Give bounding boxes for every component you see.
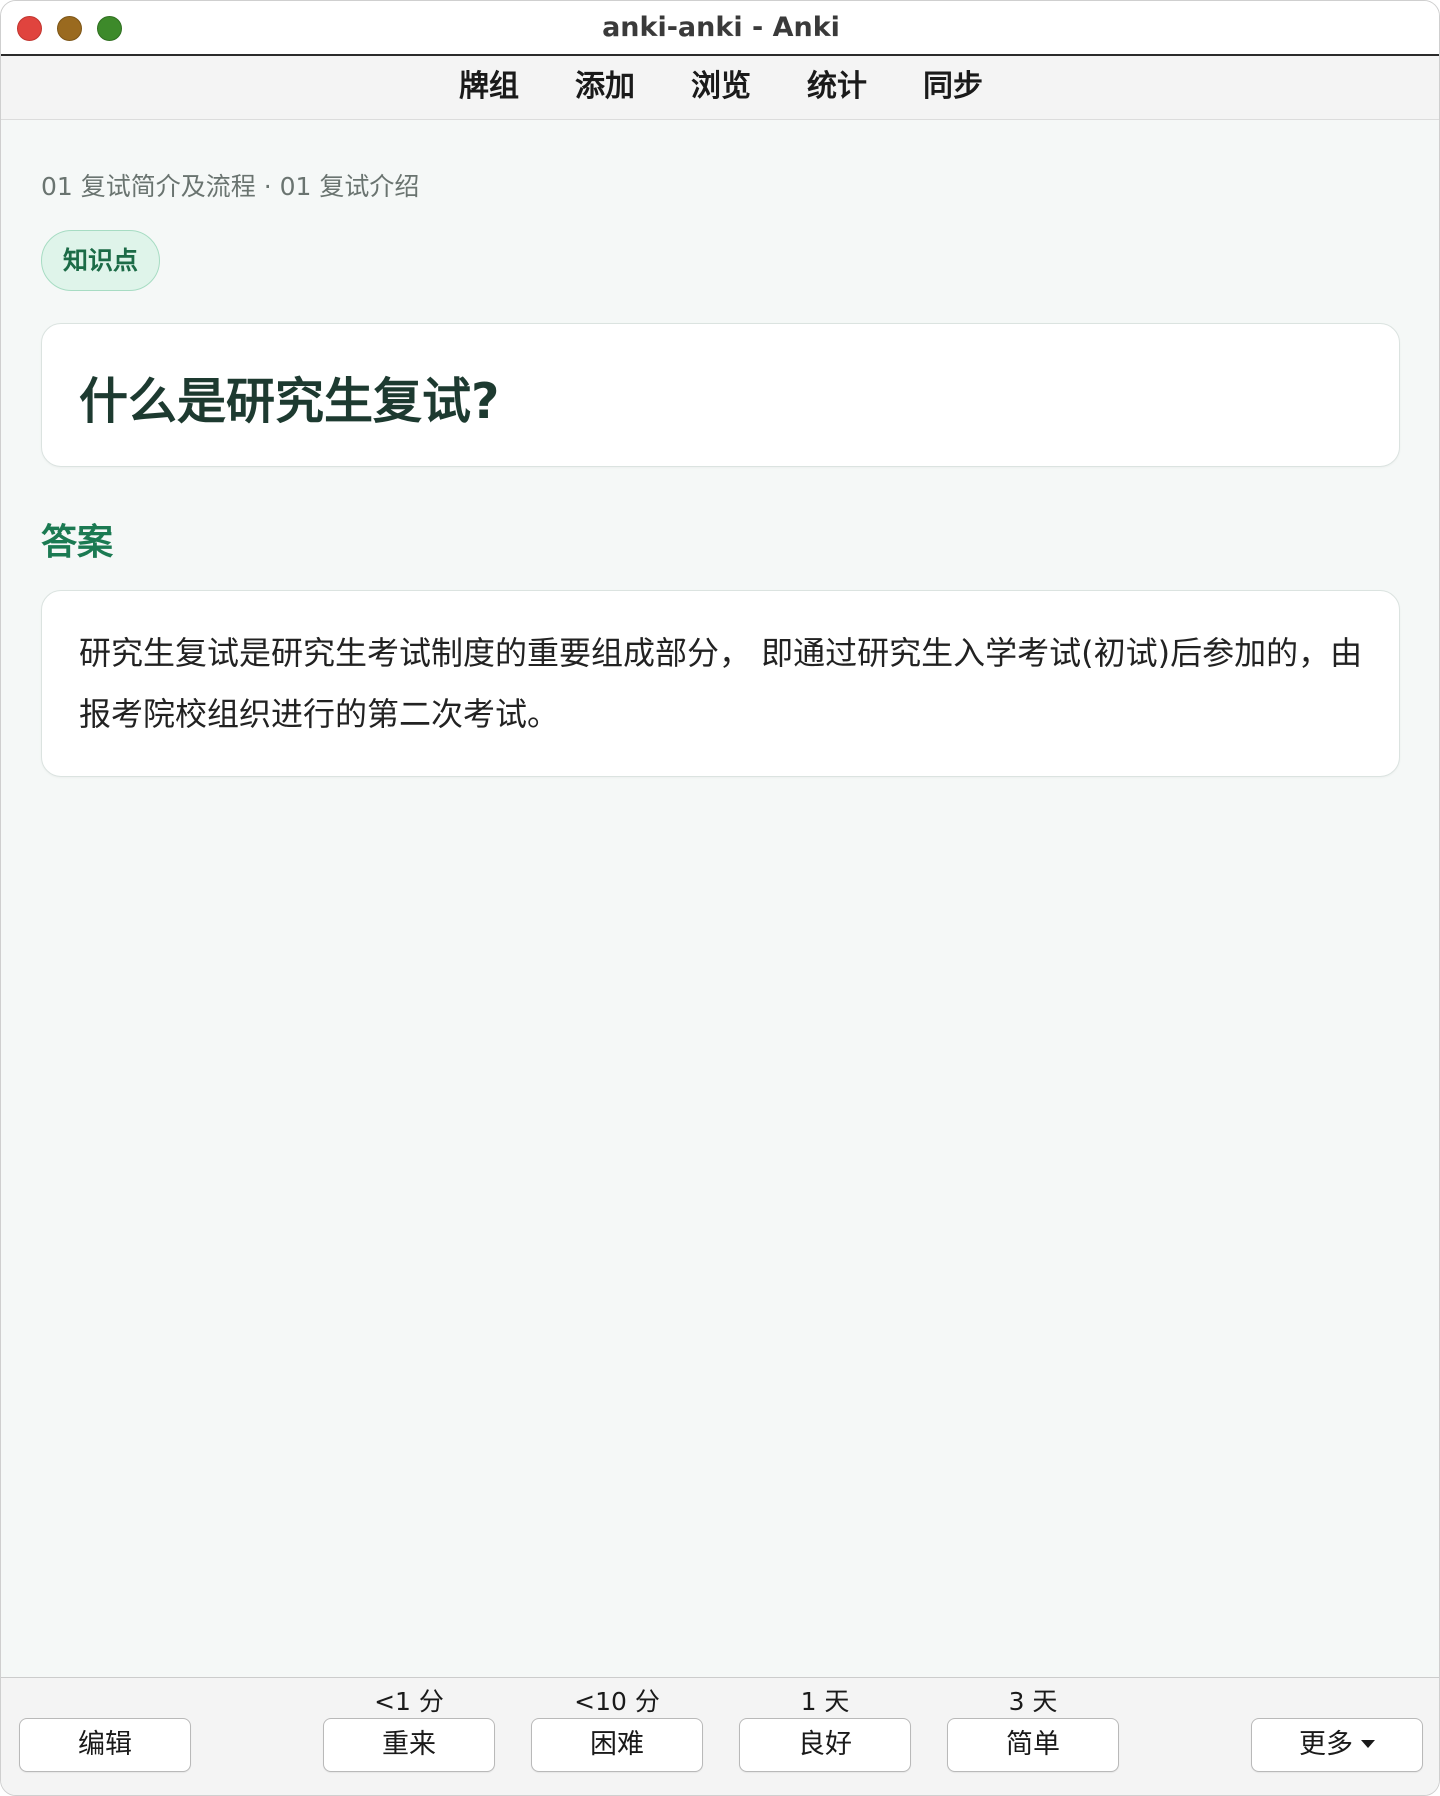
anki-window: anki-anki - Anki 牌组 添加 浏览 统计 同步 01 复试简介及… <box>0 0 1440 1796</box>
caret-down-icon <box>1361 1740 1375 1748</box>
more-button-label: 更多 <box>1299 1729 1353 1760</box>
deck-breadcrumb: 01 复试简介及流程 · 01 复试介绍 <box>41 172 420 201</box>
again-button[interactable]: 重来 <box>323 1718 495 1772</box>
easy-interval: 3 天 <box>1008 1687 1058 1716</box>
review-bottom-bar: 编辑 <1 分 重来 <10 分 困难 1 天 良好 3 天 简单 更多 <box>1 1677 1439 1795</box>
more-button[interactable]: 更多 <box>1251 1718 1423 1772</box>
main-toolbar: 牌组 添加 浏览 统计 同步 <box>1 56 1439 120</box>
good-button[interactable]: 良好 <box>739 1718 911 1772</box>
hard-interval: <10 分 <box>574 1687 660 1716</box>
toolbar-stats[interactable]: 统计 <box>807 56 867 118</box>
answer-heading: 答案 <box>41 522 114 563</box>
toolbar-browse[interactable]: 浏览 <box>691 56 751 118</box>
again-interval: <1 分 <box>374 1687 444 1716</box>
toolbar-sync[interactable]: 同步 <box>923 56 983 118</box>
edit-button[interactable]: 编辑 <box>19 1718 191 1772</box>
easy-button[interactable]: 简单 <box>947 1718 1119 1772</box>
hard-button[interactable]: 困难 <box>531 1718 703 1772</box>
answer-card: 研究生复试是研究生考试制度的重要组成部分， 即通过研究生入学考试(初试)后参加的… <box>41 590 1400 777</box>
toolbar-add[interactable]: 添加 <box>575 56 635 118</box>
good-interval: 1 天 <box>800 1687 850 1716</box>
title-bar: anki-anki - Anki <box>1 1 1439 56</box>
question-text: 什么是研究生复试? <box>79 373 500 430</box>
answer-text: 研究生复试是研究生考试制度的重要组成部分， 即通过研究生入学考试(初试)后参加的… <box>79 634 1363 733</box>
window-title: anki-anki - Anki <box>602 12 840 43</box>
toolbar-decks[interactable]: 牌组 <box>459 56 519 118</box>
card-tag: 知识点 <box>41 230 161 291</box>
question-card: 什么是研究生复试? <box>41 323 1400 467</box>
